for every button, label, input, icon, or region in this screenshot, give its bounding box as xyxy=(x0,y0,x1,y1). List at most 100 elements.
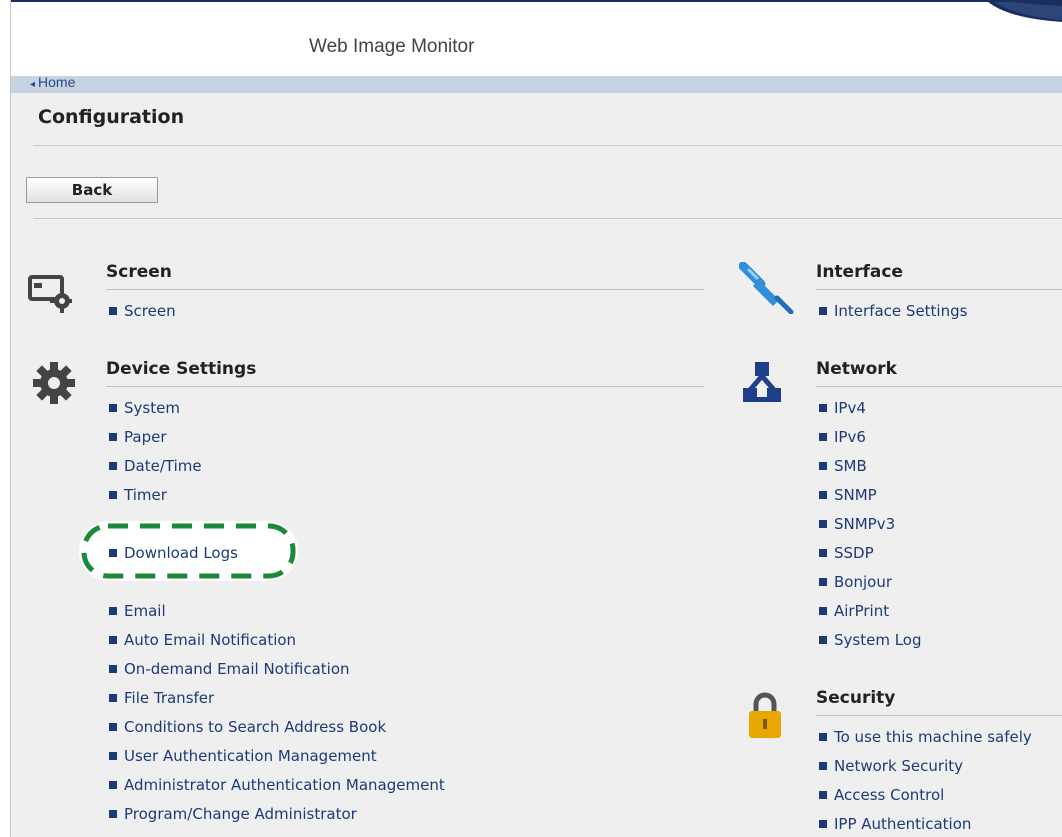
section-rule-security xyxy=(816,715,1062,716)
link-label: SNMP xyxy=(834,486,877,504)
link-label: System xyxy=(124,399,180,417)
link-paper[interactable]: Paper xyxy=(109,428,166,446)
link-label: Interface Settings xyxy=(834,302,968,320)
bullet-icon xyxy=(109,549,117,557)
link-label: Download Logs xyxy=(124,544,238,562)
link-administrator-authentication-management[interactable]: Administrator Authentication Management xyxy=(109,776,445,794)
link-label: To use this machine safely xyxy=(834,728,1032,746)
bullet-icon xyxy=(819,791,827,799)
link-auto-email-notification[interactable]: Auto Email Notification xyxy=(109,631,296,649)
bullet-icon xyxy=(109,752,117,760)
link-label: AirPrint xyxy=(834,602,890,620)
link-label: Bonjour xyxy=(834,573,892,591)
link-access-control[interactable]: Access Control xyxy=(819,786,944,804)
link-conditions-search-address-book[interactable]: Conditions to Search Address Book xyxy=(109,718,386,736)
section-rule-screen xyxy=(106,289,704,290)
link-ipv4[interactable]: IPv4 xyxy=(819,399,866,417)
bullet-icon xyxy=(819,462,827,470)
section-rule-device-settings xyxy=(106,386,704,387)
link-ipp-authentication[interactable]: IPP Authentication xyxy=(819,815,971,833)
section-rule-interface xyxy=(816,289,1062,290)
bullet-icon xyxy=(109,433,117,441)
link-program-change-administrator[interactable]: Program/Change Administrator xyxy=(109,805,357,823)
link-system-log[interactable]: System Log xyxy=(819,631,922,649)
bullet-icon xyxy=(819,607,827,615)
bullet-icon xyxy=(109,462,117,470)
section-title-interface: Interface xyxy=(816,262,903,282)
link-label: Timer xyxy=(124,486,167,504)
cable-plug-icon xyxy=(739,262,794,314)
title-divider xyxy=(33,145,1062,146)
link-snmp[interactable]: SNMP xyxy=(819,486,877,504)
bullet-icon xyxy=(819,549,827,557)
link-date-time[interactable]: Date/Time xyxy=(109,457,202,475)
link-file-transfer[interactable]: File Transfer xyxy=(109,689,214,707)
link-smb[interactable]: SMB xyxy=(819,457,867,475)
screen-settings-icon xyxy=(28,275,72,313)
link-label: SMB xyxy=(834,457,867,475)
link-interface-settings[interactable]: Interface Settings xyxy=(819,302,967,320)
link-snmpv3[interactable]: SNMPv3 xyxy=(819,515,895,533)
bullet-icon xyxy=(819,433,827,441)
link-use-machine-safely[interactable]: To use this machine safely xyxy=(819,728,1032,746)
bullet-icon xyxy=(819,733,827,741)
back-arrow-icon: ◂ xyxy=(30,79,36,90)
network-icon xyxy=(743,362,781,402)
link-ssdp[interactable]: SSDP xyxy=(819,544,874,562)
bullet-icon xyxy=(109,781,117,789)
bullet-icon xyxy=(109,607,117,615)
bullet-icon xyxy=(109,665,117,673)
bullet-icon xyxy=(109,636,117,644)
link-label: Program/Change Administrator xyxy=(124,805,357,823)
link-system[interactable]: System xyxy=(109,399,180,417)
breadcrumb-bar xyxy=(11,76,1062,93)
header-bar: Web Image Monitor xyxy=(11,0,1062,76)
bullet-icon xyxy=(109,810,117,818)
back-button[interactable]: Back xyxy=(26,177,158,203)
section-title-network: Network xyxy=(816,359,897,379)
app-title: Web Image Monitor xyxy=(309,36,475,57)
bullet-icon xyxy=(109,307,117,315)
link-label: Paper xyxy=(124,428,167,446)
link-label: Screen xyxy=(124,302,176,320)
link-label: IPv4 xyxy=(834,399,866,417)
link-timer[interactable]: Timer xyxy=(109,486,167,504)
bullet-icon xyxy=(109,694,117,702)
link-label: System Log xyxy=(834,631,922,649)
home-link-label: Home xyxy=(38,74,76,90)
bullet-icon xyxy=(819,520,827,528)
header-swoosh xyxy=(11,0,1062,22)
bullet-icon xyxy=(819,404,827,412)
link-label: Administrator Authentication Management xyxy=(124,776,445,794)
link-label: IPP Authentication xyxy=(834,815,972,833)
link-label: IPv6 xyxy=(834,428,866,446)
link-on-demand-email-notification[interactable]: On-demand Email Notification xyxy=(109,660,350,678)
link-label: On-demand Email Notification xyxy=(124,660,350,678)
bullet-icon xyxy=(109,723,117,731)
link-label: Email xyxy=(124,602,166,620)
toolbar-divider xyxy=(33,218,1062,219)
link-label: SNMPv3 xyxy=(834,515,896,533)
bullet-icon xyxy=(819,578,827,586)
link-label: Network Security xyxy=(834,757,963,775)
bullet-icon xyxy=(819,762,827,770)
page-frame: Web Image Monitor ◂ Home Configuration Ba… xyxy=(10,0,1062,837)
home-link[interactable]: ◂ Home xyxy=(30,74,75,90)
link-airprint[interactable]: AirPrint xyxy=(819,602,889,620)
link-email[interactable]: Email xyxy=(109,602,166,620)
bullet-icon xyxy=(819,820,827,828)
link-download-logs[interactable]: Download Logs xyxy=(109,544,238,562)
page-title: Configuration xyxy=(38,106,185,128)
link-label: File Transfer xyxy=(124,689,215,707)
link-ipv6[interactable]: IPv6 xyxy=(819,428,866,446)
link-network-security[interactable]: Network Security xyxy=(819,757,963,775)
gear-icon xyxy=(33,362,75,404)
link-label: User Authentication Management xyxy=(124,747,377,765)
link-user-authentication-management[interactable]: User Authentication Management xyxy=(109,747,377,765)
section-title-screen: Screen xyxy=(106,262,172,282)
link-bonjour[interactable]: Bonjour xyxy=(819,573,892,591)
section-rule-network xyxy=(816,386,1062,387)
link-screen[interactable]: Screen xyxy=(109,302,176,320)
bullet-icon xyxy=(819,491,827,499)
bullet-icon xyxy=(109,491,117,499)
